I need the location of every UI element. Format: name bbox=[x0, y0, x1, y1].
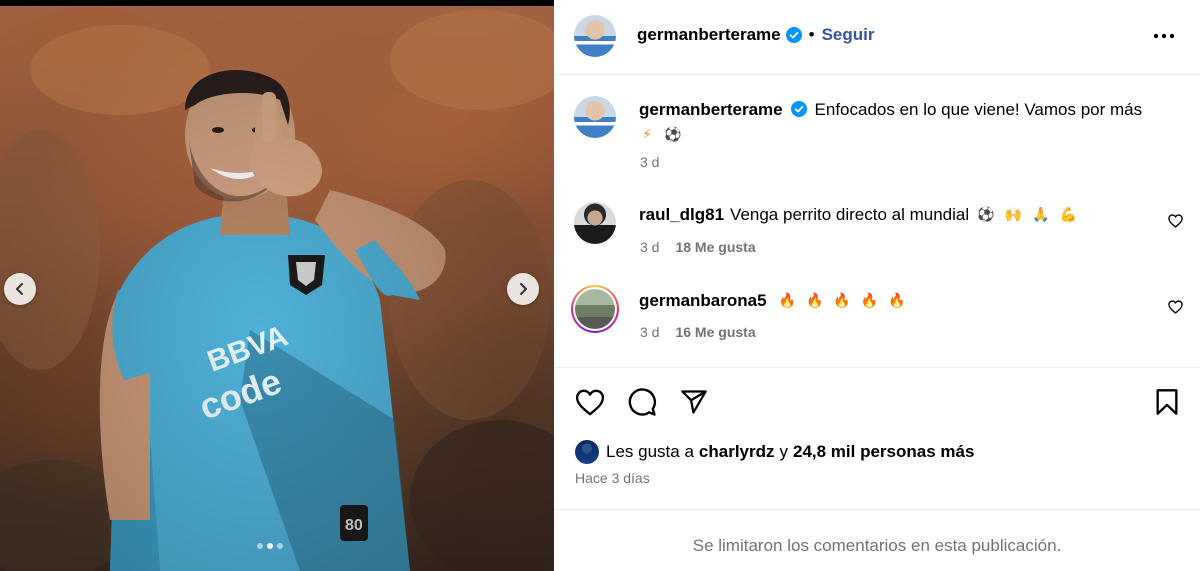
raised-hands-emoji-icon: 🙌 bbox=[1004, 207, 1023, 223]
fire-emoji-icon: 🔥 bbox=[778, 293, 796, 309]
author-username[interactable]: germanberterame bbox=[637, 25, 781, 45]
liker-avatar[interactable] bbox=[575, 440, 599, 464]
comment-like-button[interactable] bbox=[1167, 299, 1183, 315]
comment-button[interactable] bbox=[626, 387, 658, 417]
carousel-dot bbox=[257, 543, 263, 549]
carousel-indicator bbox=[257, 543, 283, 549]
heart-icon bbox=[1167, 214, 1183, 228]
more-options-button[interactable] bbox=[1152, 24, 1176, 48]
praying-hands-emoji-icon: 🙏 bbox=[1032, 207, 1050, 223]
media-vignette bbox=[0, 0, 554, 571]
post-media[interactable]: BBVA code 80 bbox=[0, 0, 554, 571]
flexed-biceps-emoji-icon: 💪 bbox=[1059, 207, 1077, 223]
fire-emoji-icon: 🔥 bbox=[860, 293, 879, 309]
caption-author-avatar[interactable] bbox=[574, 96, 616, 138]
comments-limited-notice: Se limitaron los comentarios en esta pub… bbox=[692, 536, 1062, 555]
comment-username[interactable]: germanbarona5 bbox=[639, 291, 767, 311]
heart-icon bbox=[575, 389, 605, 415]
comment-time[interactable]: 3 d bbox=[640, 239, 659, 255]
follow-button[interactable]: Seguir bbox=[822, 25, 875, 45]
footer-divider bbox=[554, 509, 1200, 510]
more-horizontal-icon bbox=[1153, 33, 1175, 39]
likes-prefix: Les gusta a bbox=[606, 442, 694, 461]
header-divider bbox=[554, 74, 1200, 75]
caption-text: Enfocados en lo que viene! Vamos por más bbox=[814, 100, 1143, 119]
heart-icon bbox=[1167, 300, 1183, 314]
verified-badge-icon bbox=[791, 101, 808, 117]
caption-username[interactable]: germanberterame bbox=[639, 100, 783, 119]
post-date[interactable]: Hace 3 días bbox=[575, 470, 650, 486]
header-separator: • bbox=[808, 25, 815, 44]
chevron-left-icon bbox=[16, 283, 23, 295]
likes-count[interactable]: 24,8 mil personas más bbox=[793, 442, 974, 462]
soccer-ball-emoji-icon: ⚽ bbox=[977, 207, 995, 223]
post-header: germanberterame • Seguir bbox=[637, 24, 874, 46]
caption-timestamp[interactable]: 3 d bbox=[640, 154, 659, 170]
share-icon bbox=[681, 390, 707, 414]
comment-text: Venga perrito directo al mundial bbox=[730, 205, 970, 224]
fire-emoji-icon: 🔥 bbox=[833, 293, 851, 309]
likes-middle: y bbox=[779, 442, 789, 461]
comment-barona: germanbarona5 🔥 🔥 🔥 🔥 🔥 bbox=[639, 290, 906, 312]
carousel-dot bbox=[277, 543, 283, 549]
likes-summary: Les gusta a charlyrdz y 24,8 mil persona… bbox=[606, 441, 974, 463]
author-avatar[interactable] bbox=[574, 15, 616, 57]
carousel-dot bbox=[267, 543, 273, 549]
save-button[interactable] bbox=[1152, 387, 1182, 417]
actions-divider bbox=[554, 367, 1200, 368]
verified-badge-icon bbox=[785, 27, 802, 43]
caption: germanberterame Enfocados en lo que vien… bbox=[639, 98, 1179, 147]
share-button[interactable] bbox=[678, 387, 710, 417]
comment-time[interactable]: 3 d bbox=[640, 324, 659, 340]
comment-like-button[interactable] bbox=[1167, 213, 1183, 229]
comment-avatar-barona[interactable] bbox=[571, 285, 619, 333]
comment-raul: raul_dlg81 Venga perrito directo al mund… bbox=[639, 204, 1077, 226]
soccer-ball-emoji-icon: ⚽ bbox=[664, 127, 682, 143]
fire-emoji-icon: 🔥 bbox=[805, 293, 824, 309]
comment-meta: 3 d 16 Me gusta bbox=[640, 324, 756, 340]
fire-emoji-icon: 🔥 bbox=[888, 293, 906, 309]
carousel-next-button[interactable] bbox=[507, 273, 539, 305]
carousel-prev-button[interactable] bbox=[4, 273, 36, 305]
lightning-emoji-icon: ⚡ bbox=[642, 127, 652, 143]
comment-username[interactable]: raul_dlg81 bbox=[639, 205, 724, 225]
comment-meta: 3 d 18 Me gusta bbox=[640, 239, 756, 255]
like-button[interactable] bbox=[574, 387, 606, 417]
chevron-right-icon bbox=[520, 283, 527, 295]
comment-likes[interactable]: 16 Me gusta bbox=[675, 324, 755, 340]
comment-likes[interactable]: 18 Me gusta bbox=[675, 239, 755, 255]
comment-icon bbox=[628, 388, 656, 416]
comment-avatar-raul[interactable] bbox=[574, 202, 616, 244]
post-sidebar: germanberterame • Seguir germanberterame… bbox=[554, 0, 1200, 571]
liker-username[interactable]: charlyrdz bbox=[699, 442, 775, 462]
bookmark-icon bbox=[1156, 389, 1178, 415]
